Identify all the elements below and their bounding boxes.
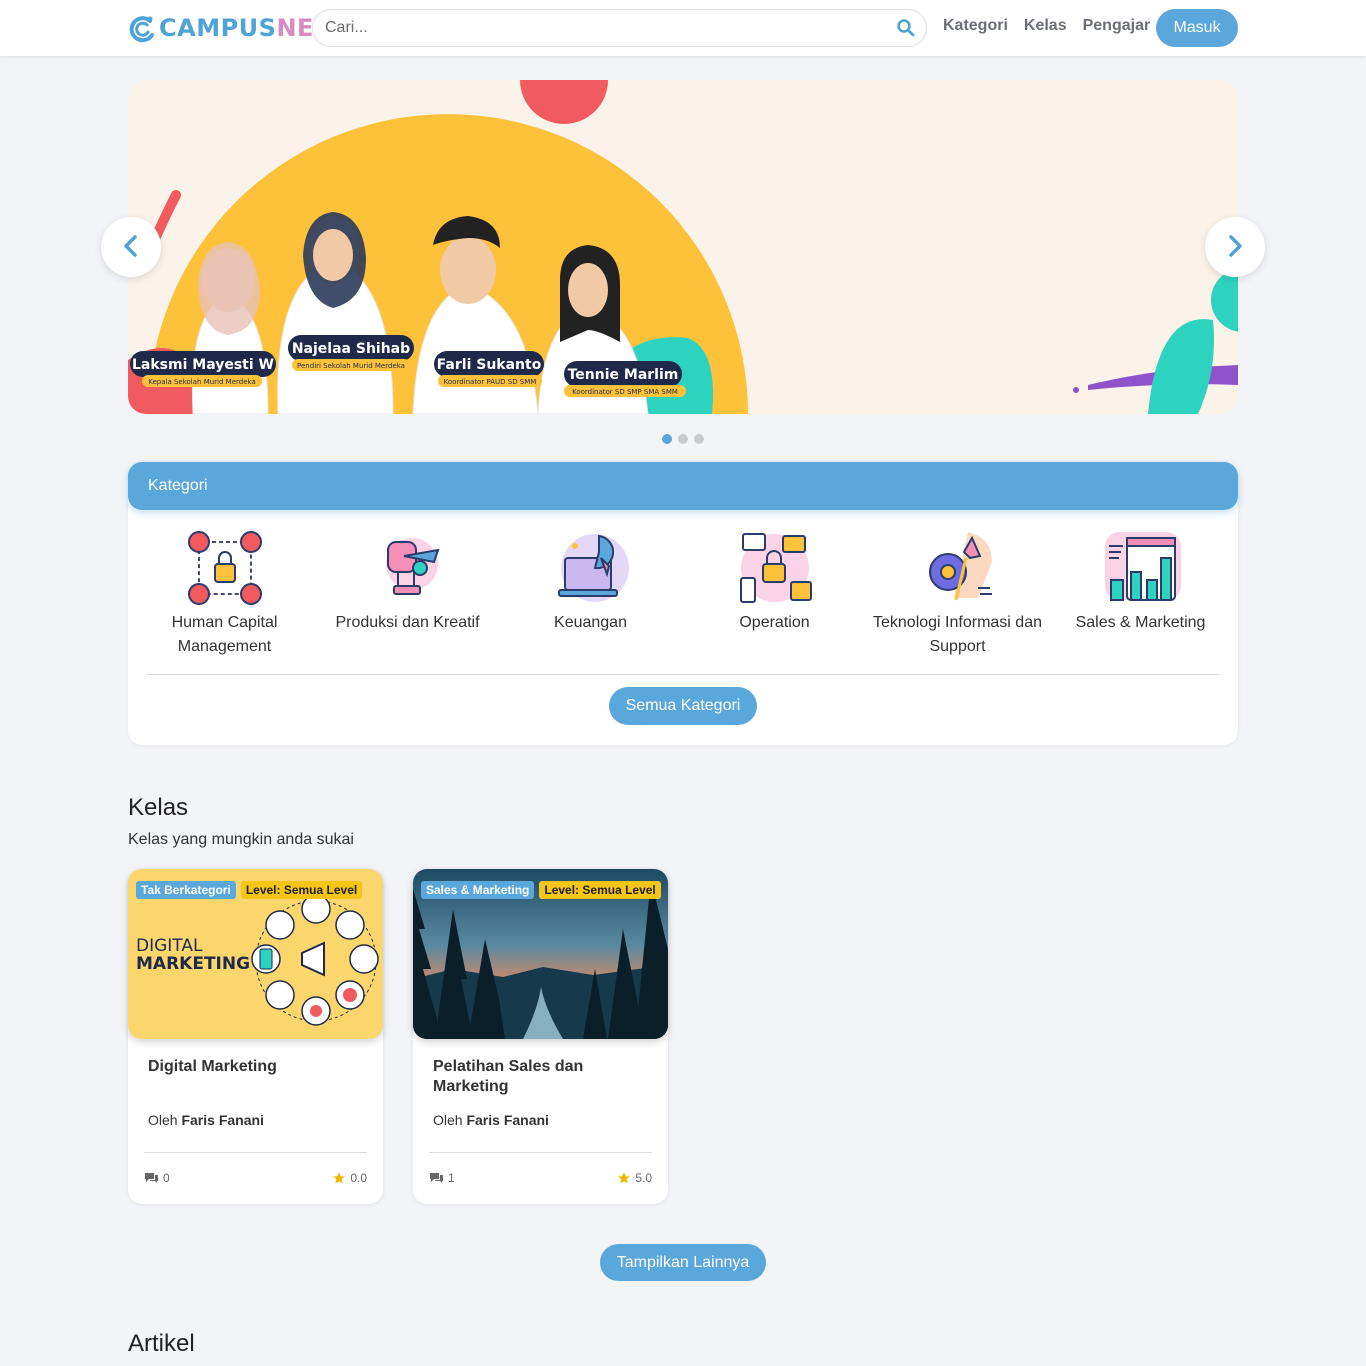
carousel-indicators — [662, 434, 704, 444]
level-badge: Level: Semua Level — [240, 881, 363, 899]
course-thumbnail[interactable]: Sales & Marketing Level: Semua Level — [413, 869, 668, 1039]
category-label: Human Capital Management — [171, 614, 278, 655]
author-name[interactable]: Faris Fanani — [466, 1112, 548, 1128]
comments-icon — [145, 1173, 158, 1183]
carousel-dot[interactable] — [678, 434, 688, 444]
show-more-button[interactable]: Tampilkan Lainnya — [600, 1244, 766, 1281]
course-card[interactable]: Sales & Marketing Level: Semua Level Pel… — [413, 869, 668, 1204]
carousel-next-button[interactable] — [1205, 217, 1265, 277]
carousel-prev-button[interactable] — [101, 217, 161, 277]
comments-icon — [430, 1173, 443, 1183]
course-badges: Sales & Marketing Level: Semua Level — [421, 881, 661, 899]
hero-banner[interactable]: Laksmi Mayesti W Najelaa Shihab Farli Su… — [128, 80, 1238, 414]
comments-count: 1 — [448, 1171, 455, 1185]
course-title[interactable]: Pelatihan Sales dan Marketing — [433, 1057, 648, 1097]
logo-mark-icon — [129, 16, 154, 43]
navbar: CAMPUSNET Kategori Kelas Pengajar Masuk — [0, 0, 1366, 56]
author-name[interactable]: Faris Fanani — [181, 1112, 263, 1128]
banner-person-role: Koordinator PAUD SD SMM — [444, 378, 537, 386]
carousel-dot[interactable] — [694, 434, 704, 444]
category-item-operation[interactable]: Operation — [683, 528, 866, 635]
course-badges: Tak Berkategori Level: Semua Level — [136, 881, 363, 899]
category-item-keuangan[interactable]: Keuangan — [499, 528, 682, 635]
kelas-section-title: Kelas — [128, 794, 189, 821]
search-bar — [312, 9, 927, 47]
divider — [147, 674, 1219, 675]
category-item-produksi-kreatif[interactable]: Produksi dan Kreatif — [316, 528, 499, 635]
category-item-teknologi-informasi[interactable]: Teknologi Informasi dan Support — [866, 528, 1049, 659]
course-card[interactable]: DIGITAL MARKETING Tak Berkategori Level:… — [128, 869, 383, 1204]
category-label: Produksi dan Kreatif — [335, 614, 480, 631]
star-icon — [618, 1172, 631, 1184]
banner-illustration: Laksmi Mayesti W Najelaa Shihab Farli Su… — [128, 80, 1238, 414]
nav-links: Kategori Kelas Pengajar — [943, 17, 1150, 35]
carousel-dot[interactable] — [662, 434, 672, 444]
svg-text:DIGITAL: DIGITAL — [136, 936, 203, 956]
category-label: Teknologi Informasi dan Support — [873, 614, 1042, 655]
human-capital-icon — [187, 531, 262, 605]
category-item-human-capital[interactable]: Human Capital Management — [133, 528, 316, 659]
search-icon[interactable] — [896, 18, 916, 38]
finance-icon — [557, 534, 629, 602]
divider — [144, 1152, 367, 1153]
category-label: Keuangan — [554, 614, 627, 631]
chevron-right-icon — [1229, 235, 1242, 257]
banner-person-role: Kepala Sekolah Murid Merdeka — [148, 378, 256, 386]
operation-icon — [739, 533, 812, 603]
sales-marketing-icon — [1104, 532, 1181, 601]
svg-text:MARKETING: MARKETING — [136, 954, 250, 974]
banner-person-name: Najelaa Shihab — [292, 341, 410, 357]
comments-count: 0 — [163, 1171, 170, 1185]
chevron-left-icon — [124, 235, 137, 257]
banner-person-role: Pendiri Sekolah Murid Merdeka — [297, 362, 405, 370]
logo-text: CAMPUSNET — [159, 14, 331, 42]
level-badge: Level: Semua Level — [539, 881, 661, 899]
course-author: Oleh Faris Fanani — [148, 1112, 264, 1128]
rating-value: 0.0 — [350, 1171, 367, 1185]
category-item-sales-marketing[interactable]: Sales & Marketing — [1049, 528, 1232, 635]
category-badge[interactable]: Tak Berkategori — [136, 881, 236, 899]
category-label: Operation — [739, 614, 810, 631]
nav-link-kelas[interactable]: Kelas — [1024, 17, 1067, 35]
divider — [429, 1152, 652, 1153]
login-button[interactable]: Masuk — [1156, 9, 1238, 47]
rating-value: 5.0 — [635, 1171, 652, 1185]
category-badge[interactable]: Sales & Marketing — [421, 881, 535, 899]
banner-person-role: Koordinator SD SMP SMA SMM — [572, 388, 678, 396]
banner-person-name: Laksmi Mayesti W — [132, 357, 274, 373]
category-card: Kategori Human Capital Management Produk… — [128, 462, 1238, 745]
search-input[interactable] — [325, 10, 885, 46]
course-author: Oleh Faris Fanani — [433, 1112, 549, 1128]
course-title[interactable]: Digital Marketing — [148, 1057, 363, 1077]
kelas-section-subtitle: Kelas yang mungkin anda sukai — [128, 831, 354, 848]
category-header: Kategori — [128, 462, 1238, 510]
nav-link-pengajar[interactable]: Pengajar — [1083, 17, 1151, 35]
all-categories-button[interactable]: Semua Kategori — [609, 687, 757, 725]
category-label: Sales & Marketing — [1075, 614, 1206, 631]
artikel-section-title: Artikel — [128, 1330, 195, 1357]
creative-production-icon — [385, 538, 439, 595]
banner-person-name: Farli Sukanto — [437, 357, 542, 373]
campusnet-logo[interactable]: CAMPUSNET — [128, 12, 331, 44]
star-icon — [333, 1172, 346, 1184]
course-thumbnail[interactable]: DIGITAL MARKETING Tak Berkategori Level:… — [128, 869, 383, 1039]
banner-person-name: Tennie Marlim — [568, 367, 679, 383]
nav-link-kategori[interactable]: Kategori — [943, 17, 1008, 35]
it-support-icon — [928, 532, 992, 601]
